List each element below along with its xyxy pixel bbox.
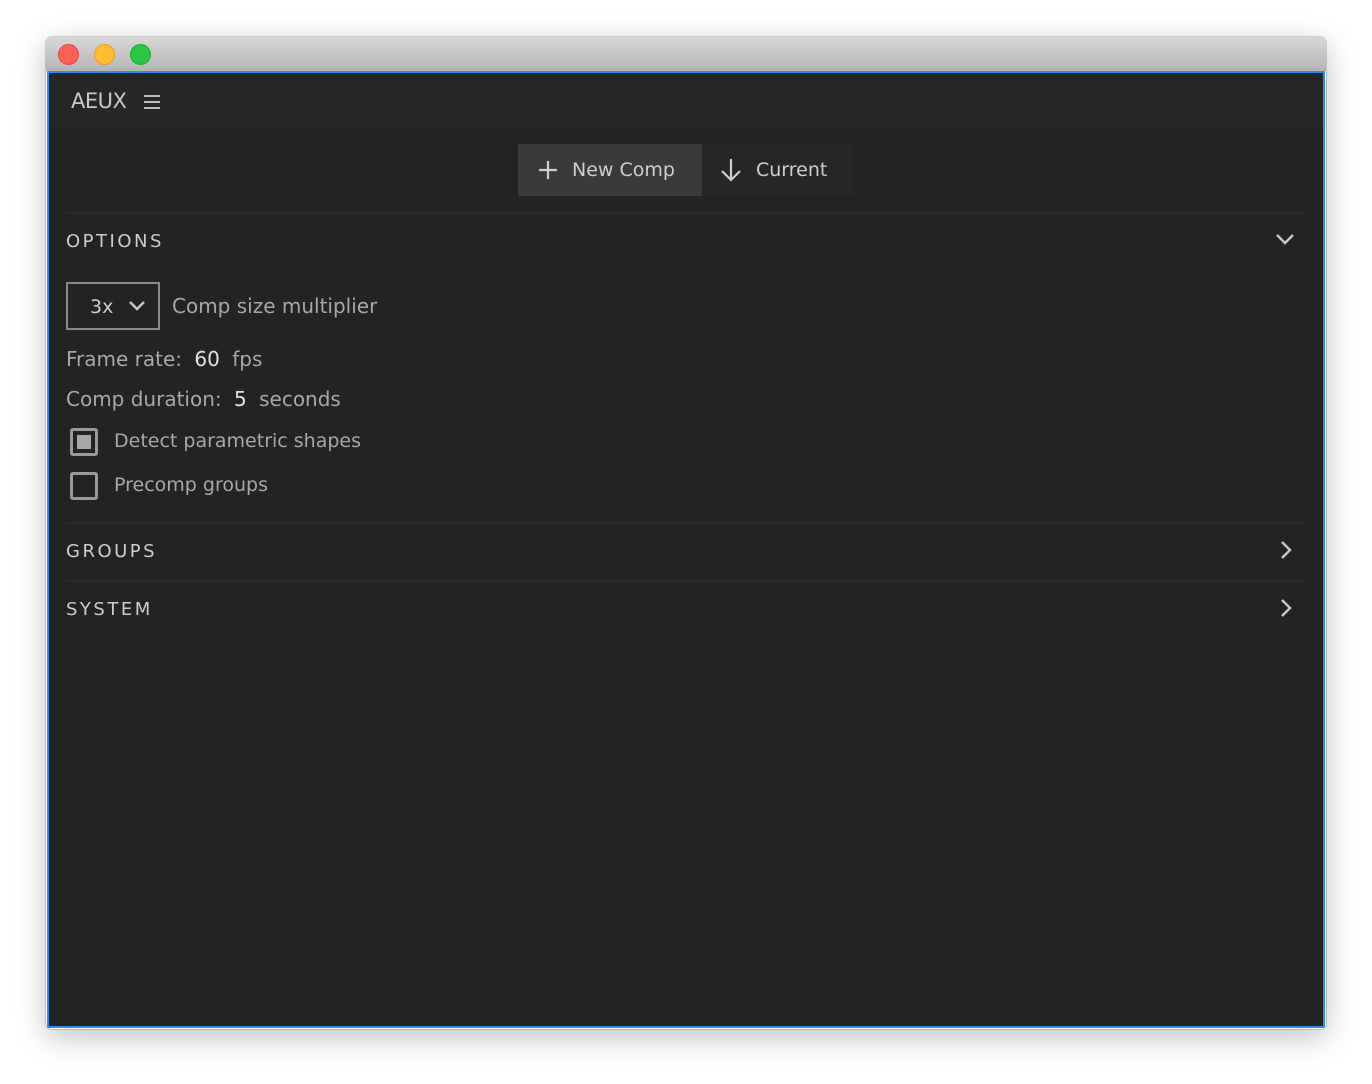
options-title: OPTIONS (66, 231, 164, 252)
frame-rate-label: Frame rate: (66, 347, 183, 371)
chevron-right-icon[interactable] (1279, 598, 1293, 618)
groups-title: GROUPS (66, 541, 158, 562)
system-section-header[interactable]: SYSTEM (66, 580, 1305, 638)
chevron-right-icon[interactable] (1279, 540, 1293, 560)
frame-rate-row: Frame rate: 60 fps (66, 347, 262, 371)
options-section-header[interactable]: OPTIONS (66, 212, 1305, 270)
maximize-window-button[interactable] (130, 44, 151, 65)
frame-rate-input[interactable]: 60 (194, 347, 219, 371)
detect-parametric-shapes-label: Detect parametric shapes (114, 430, 362, 452)
arrow-down-icon (721, 159, 741, 182)
multiplier-label: Comp size multiplier (172, 294, 378, 318)
current-button[interactable]: Current (702, 144, 854, 196)
minimize-window-button[interactable] (94, 44, 115, 65)
precomp-groups-checkbox[interactable] (70, 472, 98, 500)
multiplier-value: 3x (90, 296, 114, 318)
comp-duration-unit: seconds (259, 387, 341, 411)
chevron-down-icon[interactable] (1275, 232, 1295, 246)
panel-header: AEUX (49, 73, 1323, 128)
groups-section-header[interactable]: GROUPS (66, 522, 1305, 580)
aeux-panel: AEUX New Comp Current OPTIONS 3x Comp si… (47, 71, 1325, 1028)
app-title: AEUX (71, 89, 127, 113)
chevron-down-icon (129, 301, 145, 311)
detect-parametric-shapes-checkbox[interactable] (70, 428, 98, 456)
app-window: AEUX New Comp Current OPTIONS 3x Comp si… (46, 37, 1326, 1029)
new-comp-button[interactable]: New Comp (518, 144, 702, 196)
plus-icon (539, 161, 557, 179)
new-comp-label: New Comp (572, 159, 675, 181)
current-label: Current (756, 159, 828, 181)
hamburger-menu-icon[interactable] (144, 95, 160, 113)
close-window-button[interactable] (58, 44, 79, 65)
comp-size-multiplier-select[interactable]: 3x (66, 282, 160, 330)
precomp-groups-label: Precomp groups (114, 474, 268, 496)
comp-duration-input[interactable]: 5 (234, 387, 247, 411)
comp-duration-label: Comp duration: (66, 387, 222, 411)
system-title: SYSTEM (66, 599, 153, 620)
title-bar (46, 37, 1326, 71)
frame-rate-unit: fps (232, 347, 263, 371)
comp-duration-row: Comp duration: 5 seconds (66, 387, 341, 411)
